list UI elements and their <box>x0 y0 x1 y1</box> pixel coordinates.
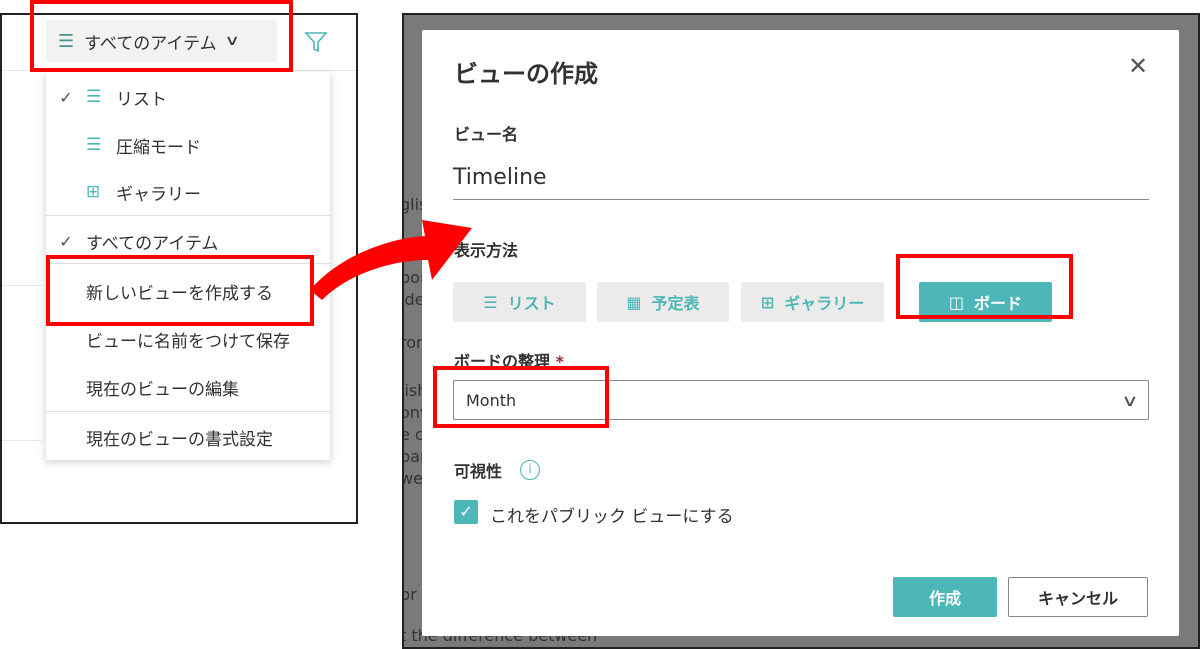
compact-list-icon: ☰ <box>86 135 102 155</box>
menu-item-list[interactable]: ✓ ☰ リスト <box>46 75 330 119</box>
check-icon: ✓ <box>59 231 73 251</box>
public-view-label: これをパブリック ビューにする <box>490 507 734 527</box>
info-icon[interactable]: i <box>520 460 540 480</box>
cancel-button[interactable]: キャンセル <box>1008 577 1148 617</box>
highlight-create-view <box>46 255 314 326</box>
filter-icon[interactable] <box>304 30 328 54</box>
visibility-label: 可視性 <box>454 462 503 481</box>
chevron-down-icon: ∨ <box>1121 390 1139 410</box>
create-button[interactable]: 作成 <box>893 577 997 617</box>
create-view-panel: glis poin ide ron lish onv e c par we pr… <box>402 13 1200 649</box>
public-view-checkbox[interactable]: ✓ <box>454 500 478 524</box>
menu-item-format-view[interactable]: 現在のビューの書式設定 <box>46 415 330 459</box>
calendar-icon: ▦ <box>626 292 642 312</box>
close-icon[interactable]: ✕ <box>1128 52 1148 80</box>
highlight-month-select <box>433 366 609 428</box>
show-as-calendar-button[interactable]: ▦ 予定表 <box>597 282 729 322</box>
highlight-view-switcher <box>30 0 293 72</box>
red-arrow <box>310 220 472 300</box>
menu-item-gallery[interactable]: ⊞ ギャラリー <box>46 170 330 214</box>
show-as-gallery-button[interactable]: ⊞ ギャラリー <box>741 282 884 322</box>
view-name-label: ビュー名 <box>454 125 519 144</box>
view-name-input[interactable]: Timeline <box>453 165 1149 200</box>
check-icon: ✓ <box>59 87 73 107</box>
create-view-dialog: ビューの作成 ✕ ビュー名 Timeline 表示方法 ☰ リスト ▦ 予定表 ⊞ ギ… <box>422 30 1179 636</box>
menu-item-edit-view[interactable]: 現在のビューの編集 <box>46 365 330 409</box>
gallery-icon: ⊞ <box>760 292 775 312</box>
list-icon: ☰ <box>483 292 498 312</box>
highlight-board-option <box>896 254 1073 319</box>
menu-item-compact[interactable]: ☰ 圧縮モード <box>46 123 330 167</box>
gallery-icon: ⊞ <box>86 182 101 202</box>
list-icon: ☰ <box>86 87 102 107</box>
dialog-title: ビューの作成 <box>454 60 598 88</box>
